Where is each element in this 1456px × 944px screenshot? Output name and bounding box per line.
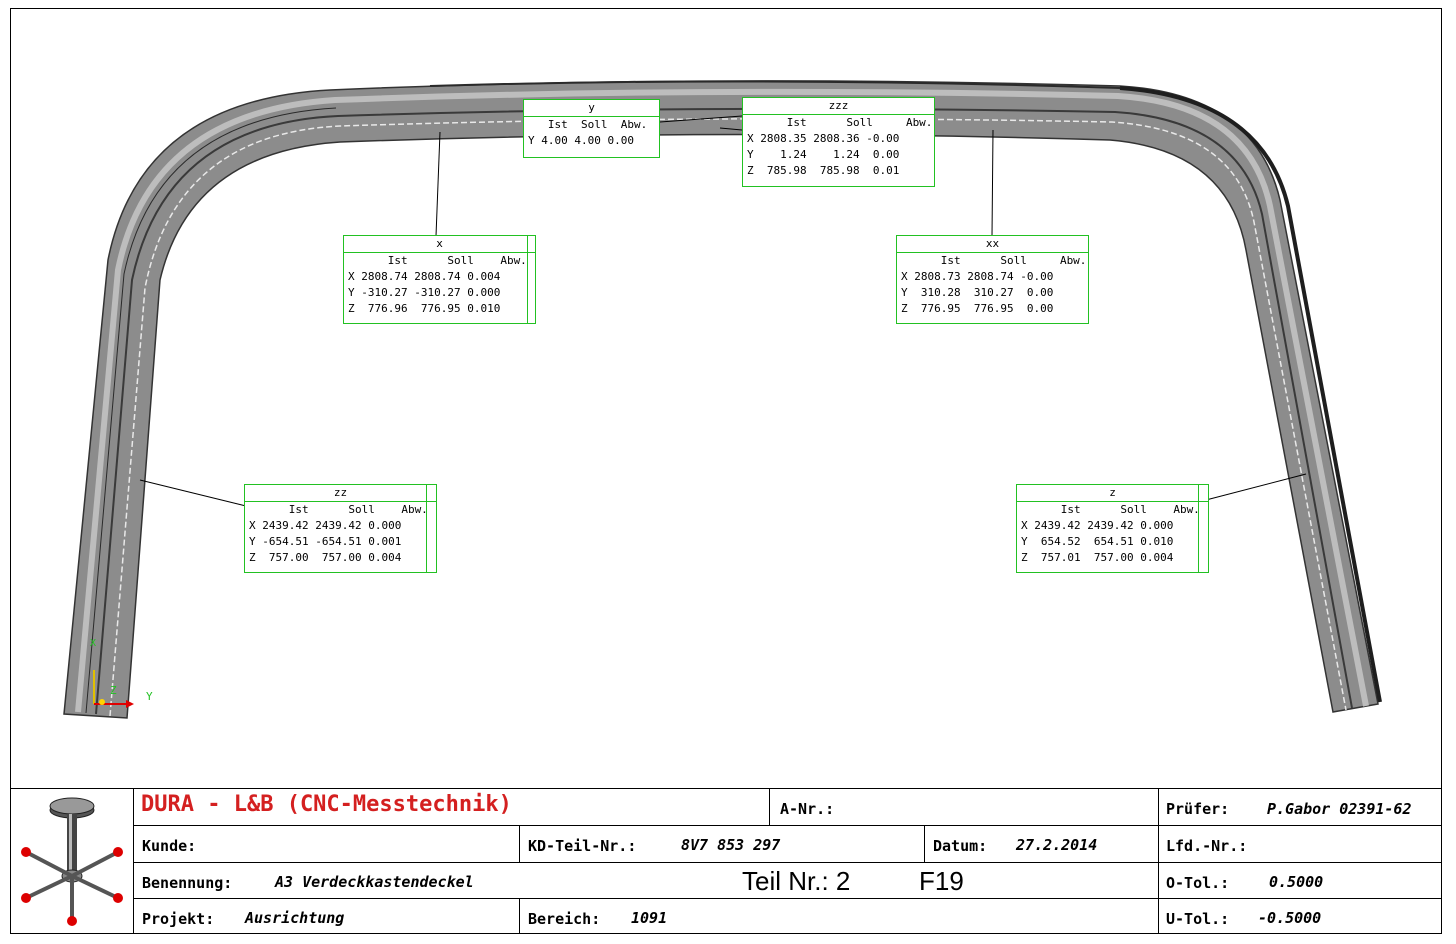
measure-box-title: z <box>1017 485 1208 502</box>
measure-row: Z 785.98 785.98 0.01 <box>747 164 900 177</box>
measure-box-z[interactable]: z Ist Soll Abw. X 2439.42 2439.42 0.000 … <box>1016 484 1209 573</box>
leader-zz <box>139 479 247 507</box>
axis-label-z: Z <box>110 684 117 697</box>
logo-cell <box>10 788 133 934</box>
measure-row: Y 4.00 4.00 0.00 <box>528 134 634 147</box>
utol-cell: U-Tol.: -0.5000 <box>1158 898 1442 934</box>
measure-row: X 2808.73 2808.74 -0.00 <box>901 270 1054 283</box>
measure-row: X 2808.74 2808.74 0.004 <box>348 270 501 283</box>
measure-header: Ist Soll Abw. <box>1021 503 1200 516</box>
datum-cell: Datum: 27.2.2014 <box>924 825 1158 862</box>
measure-row: Z 757.01 757.00 0.004 <box>1021 551 1174 564</box>
measure-header: Ist Soll Abw. <box>528 118 648 131</box>
part-arch-render: X Z Y <box>63 80 1382 719</box>
kd-teil-label: KD-Teil-Nr.: <box>528 837 637 855</box>
box-divider <box>426 485 427 572</box>
datum-label: Datum: <box>933 837 988 855</box>
axis-label-small: X <box>90 638 96 649</box>
measure-box-zzz[interactable]: zzz Ist Soll Abw. X 2808.35 2808.36 -0.0… <box>742 97 935 187</box>
a-nr-label: A-Nr.: <box>780 800 835 818</box>
benennung-label: Benennung: <box>142 874 233 892</box>
lfd-label: Lfd.-Nr.: <box>1166 837 1248 855</box>
otol-label: O-Tol.: <box>1166 874 1230 892</box>
measure-row: Z 776.96 776.95 0.010 <box>348 302 501 315</box>
projekt-label: Projekt: <box>142 910 215 928</box>
3d-viewport[interactable]: X Z Y y Ist Soll Abw. Y 4.00 4.00 0.00 z… <box>0 0 1456 790</box>
axis-label-y: Y <box>146 690 153 703</box>
measure-row: Y -654.51 -654.51 0.001 <box>249 535 402 548</box>
datum-value: 27.2.2014 <box>1016 836 1098 854</box>
bereich-value: 1091 <box>631 909 668 927</box>
f-code: F19 <box>919 866 964 896</box>
otol-value: 0.5000 <box>1269 873 1324 891</box>
measure-box-zz[interactable]: zz Ist Soll Abw. X 2439.42 2439.42 0.000… <box>244 484 437 573</box>
measure-row: Y -310.27 -310.27 0.000 <box>348 286 501 299</box>
measure-box-x[interactable]: x Ist Soll Abw. X 2808.74 2808.74 0.004 … <box>343 235 536 324</box>
teil-nr: Teil Nr.: 2 <box>742 866 851 896</box>
measure-header: Ist Soll Abw. <box>348 254 527 267</box>
measure-box-title: x <box>344 236 535 253</box>
company-cell: DURA - L&B (CNC-Messtechnik) <box>133 788 769 825</box>
lfd-cell: Lfd.-Nr.: <box>1158 825 1442 862</box>
box-divider <box>1198 485 1199 572</box>
benennung-value: A3 Verdeckkastendeckel <box>275 873 474 891</box>
part-groove-2 <box>109 118 1347 717</box>
probe-logo-icon <box>21 797 123 926</box>
kunde-cell: Kunde: <box>133 825 519 862</box>
pruefer-cell: Prüfer: P.Gabor 02391-62 <box>1158 788 1442 825</box>
measure-header: Ist Soll Abw. <box>747 116 933 129</box>
kd-teil-value: 8V7 853 297 <box>681 836 781 854</box>
measure-box-title: zzz <box>743 98 934 115</box>
kunde-label: Kunde: <box>142 837 197 855</box>
title-block: DURA - L&B (CNC-Messtechnik) A-Nr.: Prüf… <box>10 788 1442 934</box>
a-nr-cell: A-Nr.: <box>769 788 1158 825</box>
bereich-label: Bereich: <box>528 910 601 928</box>
measure-box-y[interactable]: y Ist Soll Abw. Y 4.00 4.00 0.00 <box>523 99 660 158</box>
box-divider <box>527 236 528 323</box>
measure-row: X 2439.42 2439.42 0.000 <box>249 519 402 532</box>
company-name: DURA - L&B (CNC-Messtechnik) <box>141 792 512 817</box>
part-groove-1 <box>95 107 1353 715</box>
measure-box-title: xx <box>897 236 1088 253</box>
pruefer-label: Prüfer: <box>1166 800 1230 818</box>
measure-header: Ist Soll Abw. <box>901 254 1087 267</box>
measure-box-title: zz <box>245 485 436 502</box>
pruefer-value: P.Gabor 02391-62 <box>1267 800 1412 818</box>
measure-row: X 2439.42 2439.42 0.000 <box>1021 519 1174 532</box>
projekt-cell: Projekt: Ausrichtung <box>133 898 519 934</box>
measure-row: Z 757.00 757.00 0.004 <box>249 551 402 564</box>
utol-label: U-Tol.: <box>1166 910 1230 928</box>
leader-x <box>435 131 441 237</box>
benennung-cell: Benennung: A3 Verdeckkastendeckel Teil N… <box>133 862 1158 898</box>
measure-row: X 2808.35 2808.36 -0.00 <box>747 132 900 145</box>
measure-header: Ist Soll Abw. <box>249 503 428 516</box>
part-body <box>63 80 1379 719</box>
utol-value: -0.5000 <box>1258 909 1322 927</box>
bereich-cell: Bereich: 1091 <box>519 898 1158 934</box>
leader-xx <box>991 129 994 237</box>
otol-cell: O-Tol.: 0.5000 <box>1158 862 1442 898</box>
measure-row: Y 310.28 310.27 0.00 <box>901 286 1054 299</box>
kd-teil-cell: KD-Teil-Nr.: 8V7 853 297 <box>519 825 924 862</box>
measure-box-title: y <box>524 100 659 117</box>
measure-row: Y 654.52 654.51 0.010 <box>1021 535 1174 548</box>
projekt-value: Ausrichtung <box>245 909 345 927</box>
part-highlight <box>75 88 1369 713</box>
measure-row: Z 776.95 776.95 0.00 <box>901 302 1054 315</box>
measure-row: Y 1.24 1.24 0.00 <box>747 148 900 161</box>
measure-box-xx[interactable]: xx Ist Soll Abw. X 2808.73 2808.74 -0.00… <box>896 235 1089 324</box>
